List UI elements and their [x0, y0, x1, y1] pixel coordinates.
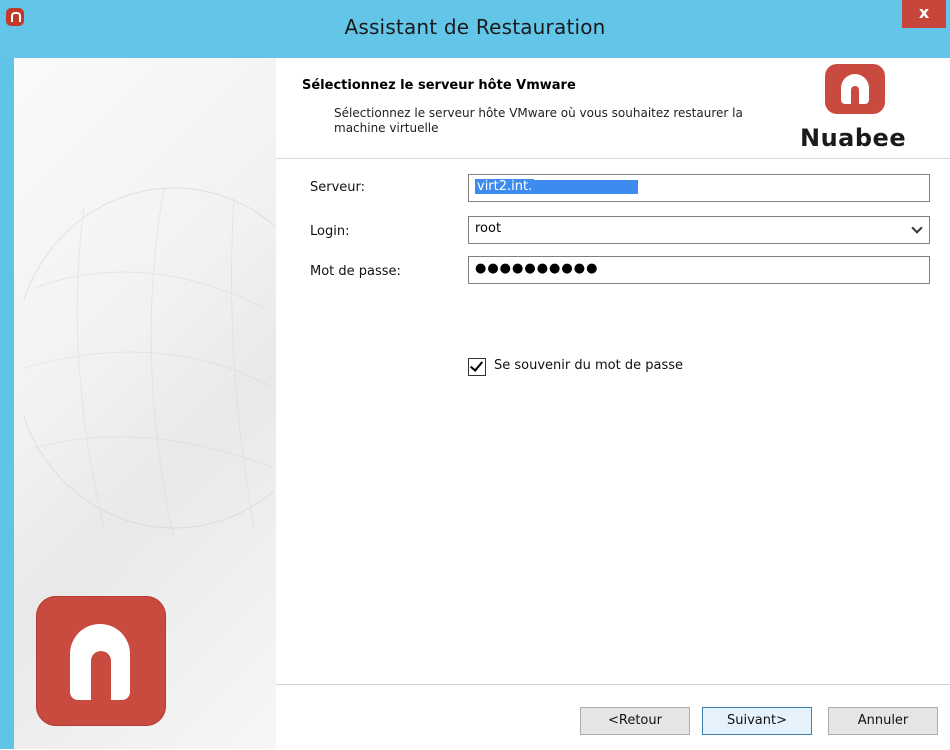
server-label: Serveur: — [310, 180, 366, 195]
restore-wizard-window: Assistant de Restauration x Sélectionnez… — [0, 0, 950, 750]
login-label: Login: — [310, 224, 350, 239]
selection-highlight — [534, 179, 639, 194]
password-mask: ●●●●●●●●●● — [475, 261, 599, 276]
page-title: Sélectionnez le serveur hôte Vmware — [302, 78, 576, 93]
title-bar[interactable]: Assistant de Restauration x — [0, 0, 950, 58]
login-combobox[interactable]: root — [468, 216, 930, 244]
chevron-down-icon[interactable] — [911, 222, 923, 234]
server-form: Serveur: virt2.int. Login: root Mot de p… — [276, 158, 950, 678]
nuabee-large-logo-icon — [36, 596, 166, 726]
back-button[interactable]: <Retour — [580, 707, 690, 735]
brand-name: Nuabee — [800, 124, 907, 152]
left-side-panel — [14, 58, 276, 749]
login-value: root — [475, 221, 502, 236]
password-label: Mot de passe: — [310, 264, 401, 279]
page-subtitle: Sélectionnez le serveur hôte VMware où v… — [334, 106, 743, 135]
wizard-client-area: Sélectionnez le serveur hôte Vmware Séle… — [14, 58, 950, 750]
remember-password-checkbox[interactable] — [468, 358, 486, 376]
nuabee-logo-icon — [825, 64, 885, 114]
window-title: Assistant de Restauration — [344, 15, 606, 39]
next-button[interactable]: Suivant> — [702, 707, 812, 735]
password-input[interactable]: ●●●●●●●●●● — [468, 256, 930, 284]
remember-password-label[interactable]: Se souvenir du mot de passe — [494, 358, 683, 373]
cancel-button[interactable]: Annuler — [828, 707, 938, 735]
wizard-footer: <Retour Suivant> Annuler — [276, 684, 950, 750]
globe-sketch-image — [24, 187, 274, 539]
server-input[interactable]: virt2.int. — [468, 174, 930, 202]
server-value-selected: virt2.int. — [475, 179, 535, 194]
close-button[interactable]: x — [902, 0, 946, 28]
wizard-header: Sélectionnez le serveur hôte Vmware Séle… — [276, 58, 950, 159]
